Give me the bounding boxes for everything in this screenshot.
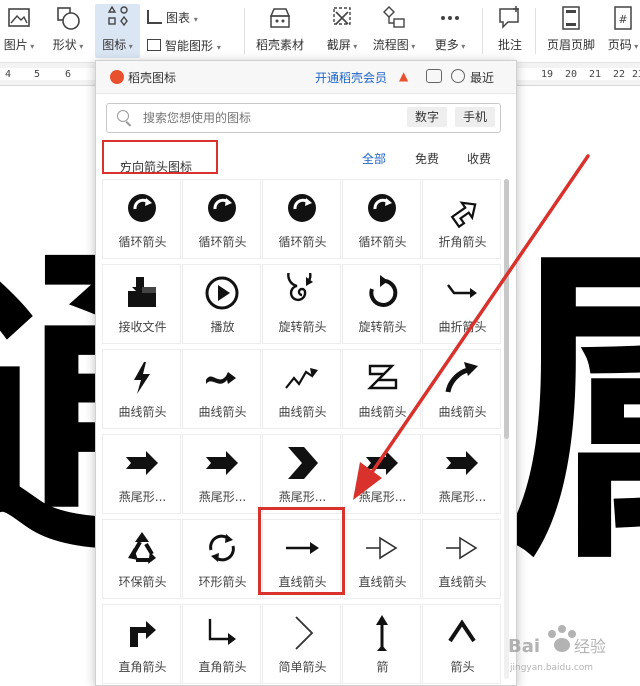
baidu-watermark-logo: Bai 经验 jingyan.baidu.com [508, 625, 606, 673]
svg-text:经验: 经验 [574, 637, 606, 656]
pointer-arrow-annotation [353, 154, 590, 500]
svg-text:jingyan.baidu.com: jingyan.baidu.com [509, 663, 593, 673]
svg-text:Bai: Bai [508, 636, 540, 657]
